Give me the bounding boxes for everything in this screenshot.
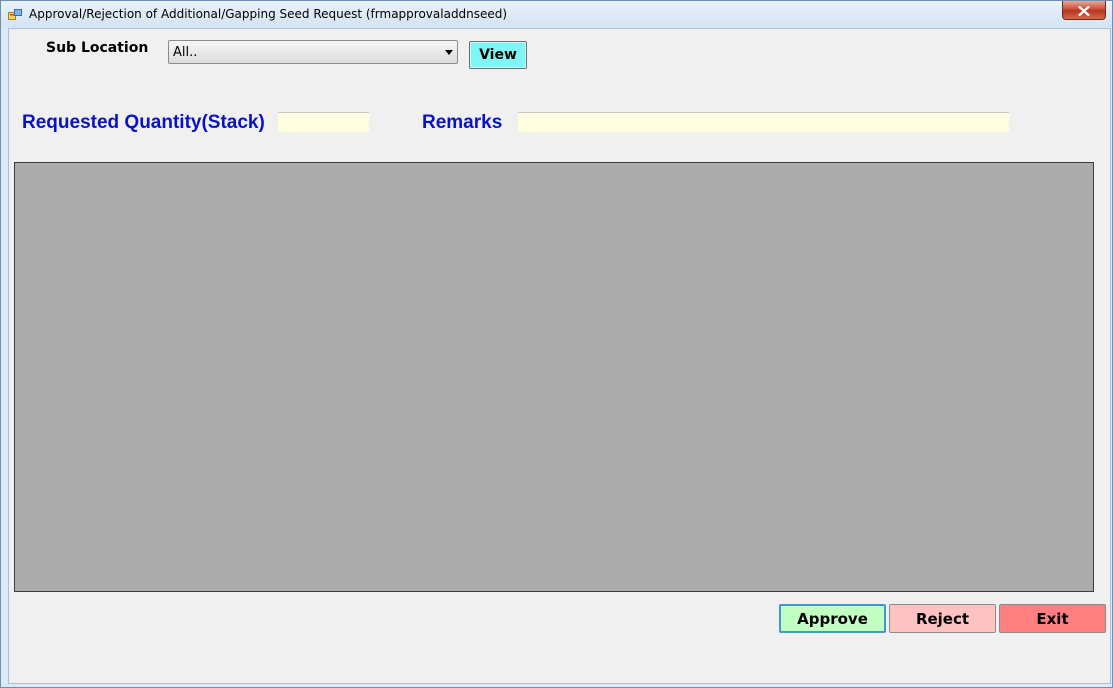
app-window: Approval/Rejection of Additional/Gapping… [0, 0, 1113, 688]
reject-button[interactable]: Reject [889, 604, 996, 633]
exit-button[interactable]: Exit [999, 604, 1106, 633]
title-bar[interactable]: Approval/Rejection of Additional/Gapping… [1, 1, 1112, 27]
view-button[interactable]: View [469, 41, 527, 69]
remarks-input[interactable] [518, 112, 1009, 132]
approve-button[interactable]: Approve [779, 604, 886, 633]
close-button[interactable] [1062, 1, 1106, 20]
requested-quantity-label: Requested Quantity(Stack) [22, 112, 265, 133]
sub-location-select[interactable]: All.. [168, 40, 458, 64]
sub-location-selected-value: All.. [173, 45, 198, 60]
requested-quantity-input[interactable] [278, 112, 369, 132]
form-client-area: Sub Location All.. View Requested Quanti… [8, 28, 1111, 684]
window-title: Approval/Rejection of Additional/Gapping… [29, 7, 508, 21]
app-form-icon [8, 7, 22, 21]
requests-data-grid[interactable] [14, 162, 1094, 592]
close-icon [1078, 1, 1090, 20]
chevron-down-icon[interactable] [445, 50, 453, 55]
sub-location-label: Sub Location [46, 40, 149, 56]
remarks-label: Remarks [422, 112, 503, 133]
